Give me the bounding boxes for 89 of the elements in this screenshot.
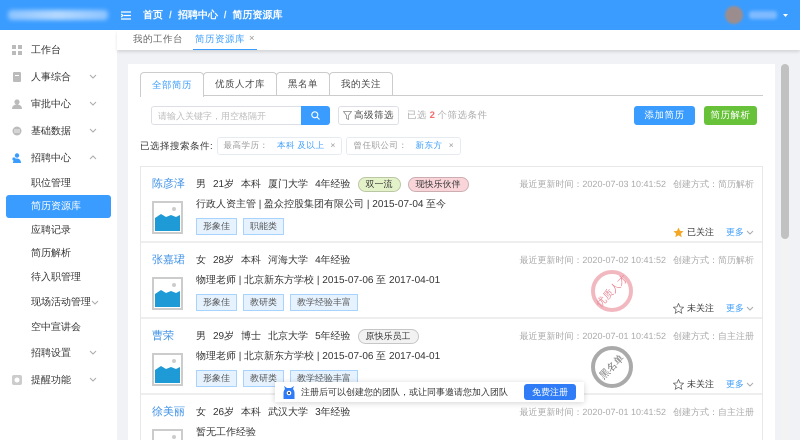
candidate-detail: 武汉大学 [268,406,308,419]
candidate-detail: 男 [196,330,206,343]
candidate-detail: 21岁 [213,178,234,191]
caret-icon [783,14,788,16]
breadcrumb-separator: / [224,10,227,20]
skill-tag: 形象佳 [196,218,237,235]
follow-button[interactable]: 未关注 [673,378,714,391]
filter-count: 已选 2 个筛选条件 [407,109,489,122]
user-icon [12,98,22,108]
candidate-detail: 男 [196,178,206,191]
creation-method: 创建方式：简历解析 [673,178,754,190]
updated-time: 最近更新时间：2020-07-01 10:41:52 [519,406,666,418]
follow-button[interactable]: 已关注 [673,226,714,239]
work-history: 行政人资主管 | 盈众控股集团有限公司 | 2015-07-04 至今 [196,198,448,211]
chevron-icon [746,382,754,387]
image-placeholder-icon [152,201,183,234]
chevron-icon [746,306,754,311]
blacklist-stamp: 黑名单 [591,346,633,388]
follow-button[interactable]: 未关注 [673,302,714,315]
sidebar-item[interactable]: 招聘中心 [0,144,117,171]
updated-time: 最近更新时间：2020-07-01 10:41:52 [519,330,666,342]
skill-tag: 职能类 [243,218,284,235]
funnel-icon [343,111,352,120]
sidebar-subitem[interactable]: 空中宣讲会 [6,316,111,339]
image-placeholder-icon [152,353,183,386]
blurred-username [749,11,777,19]
skill-tag: 教学经验丰富 [290,294,358,311]
scrollbar-thumb[interactable] [781,64,789,239]
menu-icon [121,10,131,20]
sidebar-item[interactable]: 提醒功能 [0,366,117,393]
grid-icon [12,44,22,54]
chevron-icon [746,230,754,235]
page-tab[interactable]: 我的工作台 [131,33,185,50]
signup-message: 注册后可以创建您的团队，或让同事邀请您加入团队 [301,386,508,398]
badge: 双一流 [358,176,401,192]
creation-method: 创建方式：简历解析 [673,254,754,266]
work-history: 物理老师 | 北京新东方学校 | 2015-07-06 至 2017-04-01 [196,350,442,363]
candidate-detail: 26岁 [213,406,234,419]
search-icon [311,111,320,120]
creation-method: 创建方式：自主注册 [673,330,754,342]
skill-tag: 形象佳 [196,370,237,387]
candidate-detail: 北京大学 [268,330,308,343]
creation-method: 创建方式：自主注册 [673,406,754,418]
sidebar-item[interactable]: 审批中心 [0,90,117,117]
people-icon [12,152,22,162]
updated-time: 最近更新时间：2020-07-02 10:41:52 [519,254,666,266]
sidebar-subitem[interactable]: 职位管理 [6,171,111,194]
updated-time: 最近更新时间：2020-07-03 10:41:52 [519,178,666,190]
candidate-detail: 河海大学 [268,254,308,267]
talent-stamp: 优质人才 [591,270,633,312]
candidate-detail: 博士 [241,330,262,343]
candidate-detail: 本科 [241,406,262,419]
free-signup-button[interactable]: 免费注册 [524,384,576,400]
work-history: 物理老师 | 北京新东方学校 | 2015-07-06 至 2017-04-01 [196,274,442,287]
candidate-detail: 本科 [241,178,262,191]
sidebar-item[interactable]: 工作台 [0,36,117,63]
sidebar-subitem[interactable]: 简历解析 [6,242,111,265]
sidebar-item[interactable]: 人事综合 [0,63,117,90]
advanced-filter-button[interactable]: 高级筛选 [338,106,399,125]
document-icon [12,72,22,82]
candidate-detail: 本科 [241,254,262,267]
skill-tag: 教研类 [243,370,284,387]
avatar[interactable] [725,6,743,24]
badge: 现快乐伙伴 [408,176,469,192]
image-placeholder-icon [152,277,183,310]
sidebar-subitem[interactable]: 待入职管理 [6,265,111,288]
monster-icon [283,386,295,398]
candidate-detail: 29岁 [213,330,234,343]
tab[interactable]: 我的关注 [329,72,393,95]
skill-tag: 教研类 [243,294,284,311]
candidate-detail: 女 [196,254,206,267]
candidate-detail: 女 [196,406,206,419]
sidebar-item[interactable]: 基础数据 [0,117,117,144]
sidebar-subitem[interactable]: 现场活动管理 [6,288,111,316]
search-button[interactable] [301,106,330,125]
work-history: 暂无工作经验 [196,426,257,439]
sidebar-subitem[interactable]: 应聘记录 [6,218,111,242]
candidate-detail: 3年经验 [315,406,351,419]
candidate-detail: 4年经验 [315,254,351,267]
candidate-detail: 5年经验 [315,330,351,343]
skill-tag: 形象佳 [196,294,237,311]
badge: 原快乐员工 [358,328,419,344]
candidate-detail: 厦门大学 [268,178,308,191]
search-field[interactable]: 请输入关键字，用空格隔开 [151,106,301,125]
candidate-detail: 4年经验 [315,178,351,191]
breadcrumb-separator: / [169,10,172,20]
candidate-detail: 28岁 [213,254,234,267]
filter-label: 已选择搜索条件: [140,140,213,152]
sidebar-subitem[interactable]: 招聘设置 [6,339,111,366]
